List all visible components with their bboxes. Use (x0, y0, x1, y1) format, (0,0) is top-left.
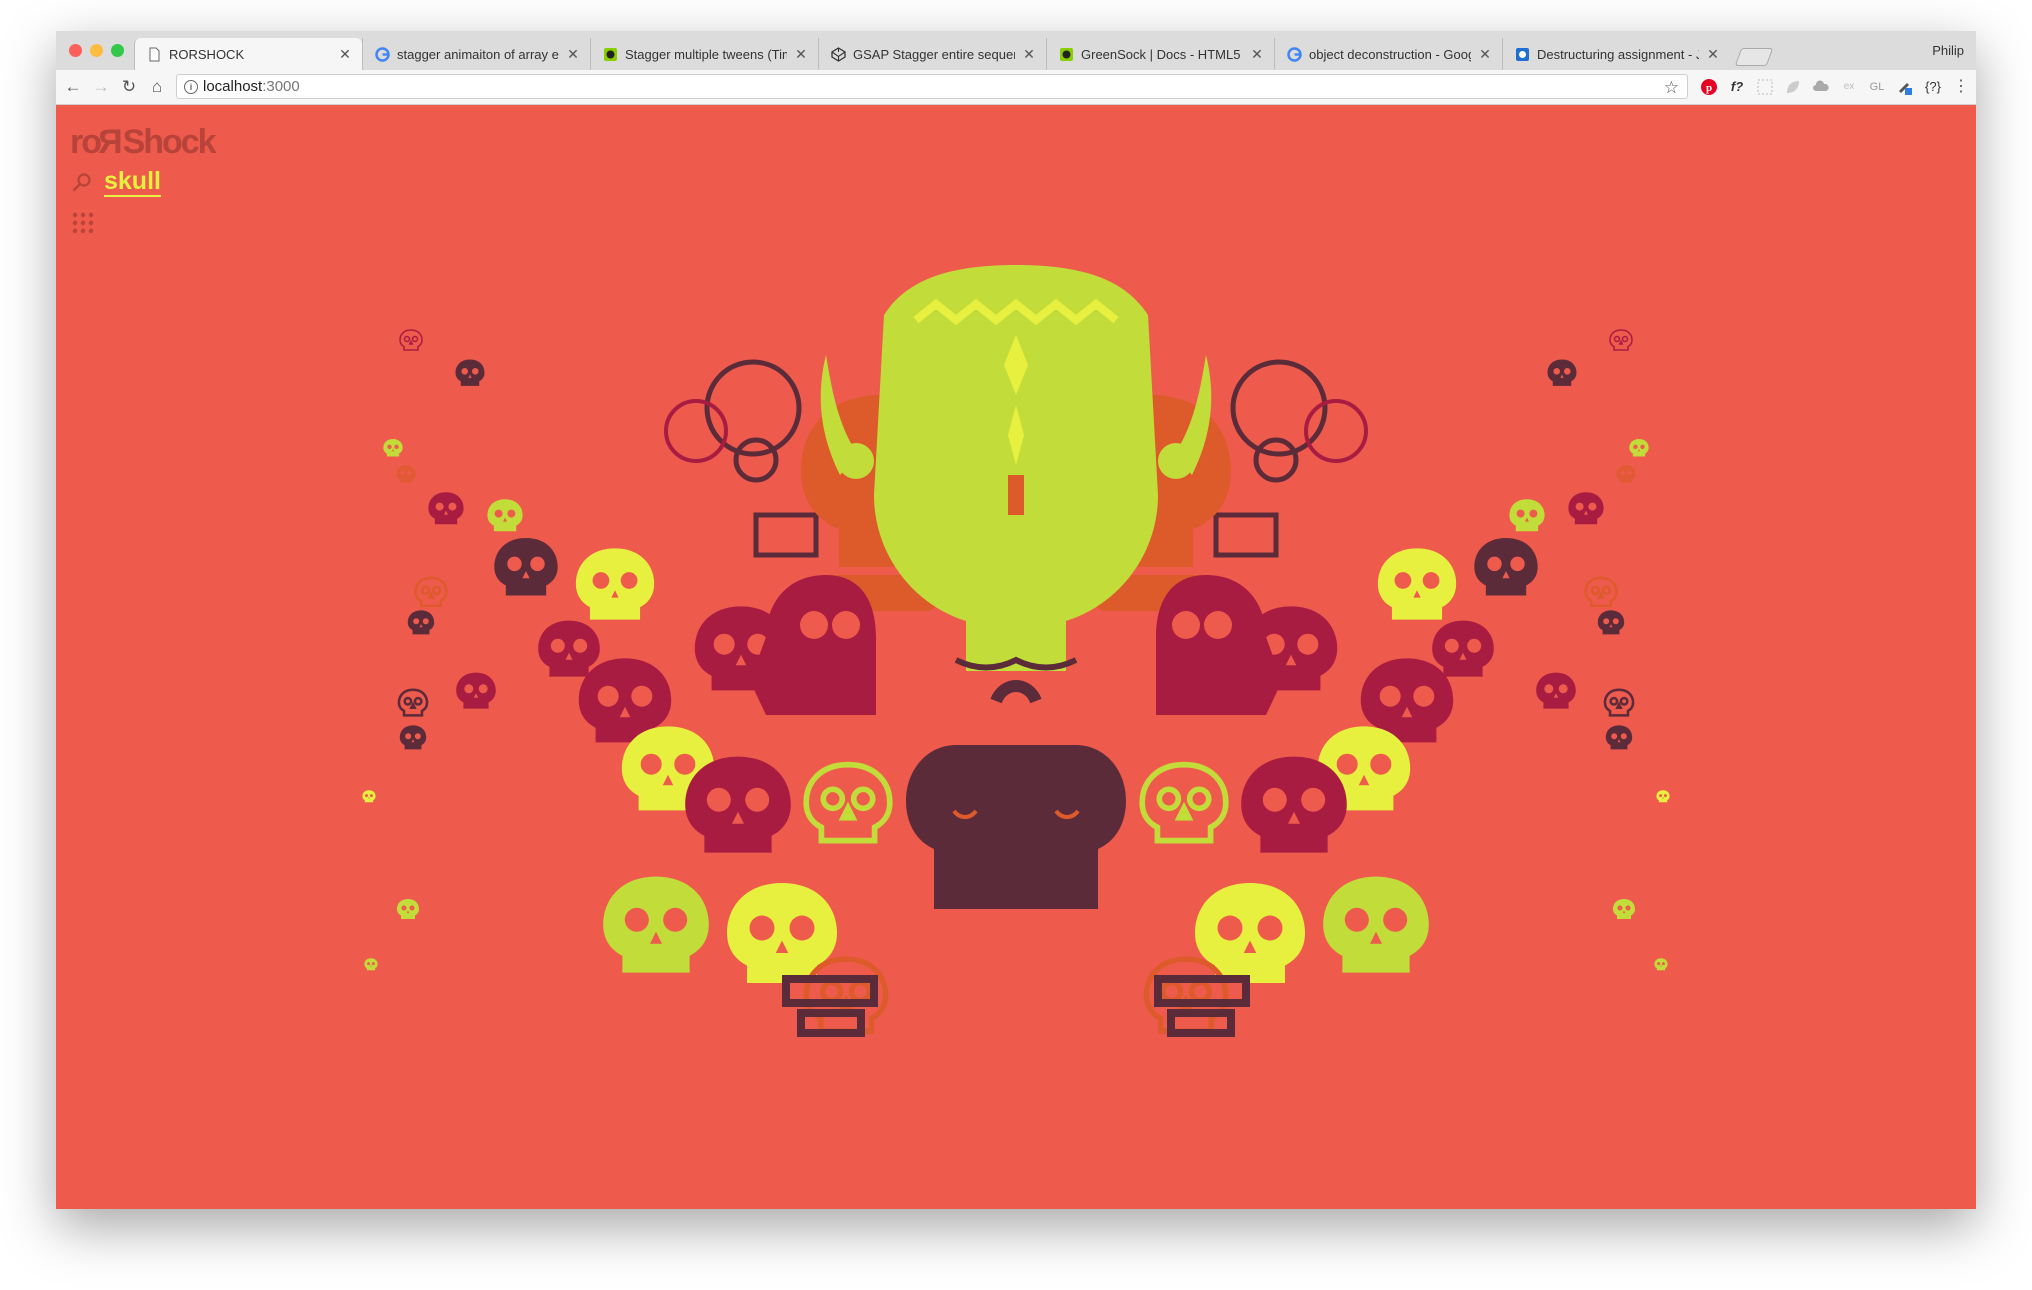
tab-title: Destructuring assignment - Java (1537, 46, 1699, 62)
close-tab-icon[interactable]: ✕ (1022, 46, 1036, 63)
tab-stagger-array[interactable]: stagger animaiton of array elem ✕ (362, 38, 590, 70)
home-icon[interactable]: ⌂ (146, 76, 168, 98)
leaf-ext-icon[interactable] (1784, 78, 1802, 96)
rorschach-skull-artwork (56, 265, 1976, 1209)
url-host: localhost (203, 78, 263, 95)
bookmark-star-icon[interactable]: ☆ (1664, 76, 1679, 99)
greensock-icon (1060, 47, 1073, 61)
page-icon (149, 47, 160, 61)
info-icon[interactable]: i (184, 80, 198, 94)
tab-title: GSAP Stagger entire sequence (853, 46, 1015, 62)
regex-ext-button[interactable]: {?} (1924, 78, 1942, 96)
tab-title: object deconstruction - Google (1309, 46, 1471, 62)
tab-title: GreenSock | Docs - HTML5 Ani (1081, 46, 1243, 62)
google-icon (375, 46, 390, 62)
reload-icon[interactable]: ↻ (118, 76, 140, 98)
tab-title: Stagger multiple tweens (Timeli (625, 46, 787, 62)
tab-title: stagger animaiton of array elem (397, 46, 559, 62)
tab-destructuring[interactable]: Destructuring assignment - Java ✕ (1502, 38, 1730, 70)
maximize-window-button[interactable] (111, 44, 124, 57)
back-arrow-icon[interactable]: ← (62, 76, 84, 98)
tab-object-deconstruction[interactable]: object deconstruction - Google ✕ (1274, 38, 1502, 70)
new-tab-button[interactable] (1734, 48, 1774, 66)
codepen-icon (831, 46, 846, 62)
google-icon (1287, 46, 1302, 62)
address-bar[interactable]: i localhost:3000 ☆ (176, 74, 1688, 99)
close-tab-icon[interactable]: ✕ (566, 46, 580, 63)
gl-ext-button[interactable]: GL (1868, 78, 1886, 96)
tab-title: RORSHOCK (169, 46, 245, 62)
close-tab-icon[interactable]: ✕ (794, 46, 808, 63)
grid-ext-icon[interactable] (1756, 78, 1774, 96)
greensock-icon (604, 47, 617, 61)
tab-gsap-stagger[interactable]: GSAP Stagger entire sequence ✕ (818, 38, 1046, 70)
close-tab-icon[interactable]: ✕ (1706, 46, 1720, 63)
tab-list: RORSHOCK ✕ stagger animaiton of array el… (134, 38, 1774, 70)
menu-icon[interactable]: ⋮ (1952, 78, 1970, 96)
browser-toolbar: ← → ↻ ⌂ i localhost:3000 ☆ p f? ex GL {?… (56, 70, 1976, 105)
window-controls (69, 44, 124, 57)
mdn-icon (1516, 47, 1529, 61)
profile-name[interactable]: Philip (1932, 43, 1964, 58)
close-tab-icon[interactable]: ✕ (1478, 46, 1492, 63)
browser-window: RORSHOCK ✕ stagger animaiton of array el… (56, 31, 1976, 1209)
ex-ext-button[interactable]: ex (1840, 78, 1858, 96)
tab-strip: RORSHOCK ✕ stagger animaiton of array el… (56, 31, 1976, 71)
minimize-window-button[interactable] (90, 44, 103, 57)
close-tab-icon[interactable]: ✕ (1250, 46, 1264, 63)
forward-arrow-icon[interactable]: → (90, 76, 112, 98)
svg-text:p: p (1706, 82, 1712, 94)
tab-stagger-tweens[interactable]: Stagger multiple tweens (Timeli ✕ (590, 38, 818, 70)
pinterest-icon[interactable]: p (1700, 78, 1718, 96)
tab-greensock-docs[interactable]: GreenSock | Docs - HTML5 Ani ✕ (1046, 38, 1274, 70)
close-window-button[interactable] (69, 44, 82, 57)
tab-rorshock[interactable]: RORSHOCK ✕ (134, 38, 362, 70)
url-port: :3000 (262, 78, 300, 95)
function-ext-button[interactable]: f? (1728, 78, 1746, 96)
page-content: roRShock skull (56, 105, 1976, 1209)
paint-ext-icon[interactable] (1896, 78, 1914, 96)
cloud-ext-icon[interactable] (1812, 78, 1830, 96)
close-tab-icon[interactable]: ✕ (338, 46, 352, 63)
